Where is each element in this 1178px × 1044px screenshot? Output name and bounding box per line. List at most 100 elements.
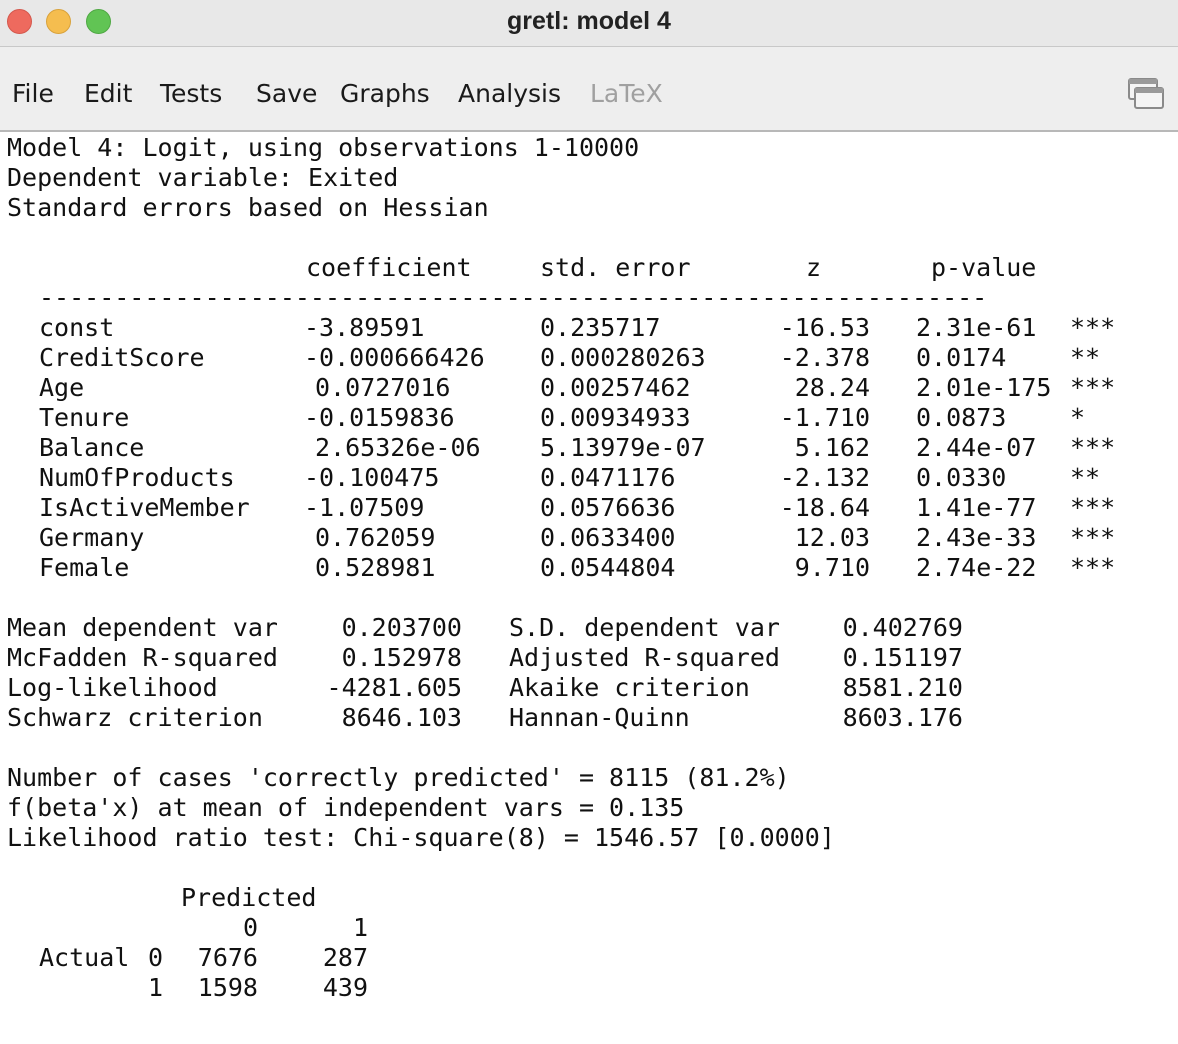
col-p-value: p-value: [931, 253, 1037, 282]
model-output-text[interactable]: Model 4: Logit, using observations 1-100…: [0, 132, 1178, 1044]
menu-analysis[interactable]: Analysis: [458, 79, 561, 108]
coef-value: -0.0159836: [304, 403, 455, 432]
z-value: 9.710: [794, 553, 870, 582]
stat-value: 0.152978: [341, 643, 462, 672]
coef-value: 0.528981: [315, 553, 436, 582]
menu-edit[interactable]: Edit: [84, 79, 132, 108]
actual-label: Actual: [39, 943, 130, 972]
coef-value: -1.07509: [304, 493, 425, 522]
se-value: 0.0544804: [540, 553, 676, 582]
stat-label: McFadden R-squared: [7, 643, 278, 672]
var-name: const: [39, 313, 115, 342]
stat-label: Hannan-Quinn: [509, 703, 690, 732]
p-value: 2.74e-22: [916, 553, 1037, 582]
var-name: Germany: [39, 523, 145, 552]
p-value: 1.41e-77: [916, 493, 1037, 522]
se-value: 0.00934933: [540, 403, 691, 432]
stat-value: 0.151197: [842, 643, 963, 672]
significance-stars: ***: [1070, 493, 1116, 522]
menu-save[interactable]: Save: [256, 79, 317, 108]
stat-label: S.D. dependent var: [509, 613, 780, 642]
p-value: 0.0873: [916, 403, 1007, 432]
stat-label: Schwarz criterion: [7, 703, 263, 732]
se-value: 0.000280263: [540, 343, 706, 372]
z-value: -2.132: [779, 463, 870, 492]
menu-graphs[interactable]: Graphs: [340, 79, 430, 108]
gretl-model-window: gretl: model 4 File Edit Tests Save Grap…: [0, 0, 1178, 1044]
stat-value: -4281.605: [326, 673, 462, 702]
coef-value: -0.100475: [304, 463, 440, 492]
var-name: NumOfProducts: [39, 463, 235, 492]
z-value: -1.710: [779, 403, 870, 432]
z-value: 12.03: [794, 523, 870, 552]
predicted-label: Predicted: [181, 883, 317, 912]
actual-row-1-label: 1: [148, 973, 164, 1002]
p-value: 2.31e-61: [916, 313, 1037, 342]
coef-value: 0.762059: [315, 523, 436, 552]
stat-label: Log-likelihood: [7, 673, 218, 702]
se-value: 5.13979e-07: [540, 433, 706, 462]
se-value: 0.00257462: [540, 373, 691, 402]
p-value: 2.43e-33: [916, 523, 1037, 552]
predicted-col-1: 1: [352, 913, 368, 942]
z-value: 28.24: [794, 373, 870, 402]
coef-value: 2.65326e-06: [315, 433, 481, 462]
confusion-cell-1-1: 439: [322, 973, 368, 1002]
z-value: 5.162: [794, 433, 870, 462]
stat-value: 8603.176: [842, 703, 963, 732]
var-name: CreditScore: [39, 343, 205, 372]
stat-label: Adjusted R-squared: [509, 643, 780, 672]
p-value: 2.01e-175: [916, 373, 1052, 402]
significance-stars: **: [1070, 343, 1101, 372]
var-name: Female: [39, 553, 130, 582]
significance-stars: **: [1070, 463, 1101, 492]
col-coefficient: coefficient: [306, 253, 472, 282]
confusion-cell-1-0: 1598: [197, 973, 258, 1002]
dependent-variable-line: Dependent variable: Exited: [7, 163, 399, 192]
significance-stars: ***: [1070, 553, 1116, 582]
title-bar: gretl: model 4: [0, 0, 1178, 47]
menu-tests[interactable]: Tests: [160, 79, 222, 108]
fbeta-line: f(beta'x) at mean of independent vars = …: [7, 793, 685, 822]
significance-stars: ***: [1070, 313, 1116, 342]
se-value: 0.0471176: [540, 463, 676, 492]
se-value: 0.0633400: [540, 523, 676, 552]
z-value: -16.53: [779, 313, 870, 342]
table-separator: ----------------------------------------…: [39, 283, 988, 312]
var-name: Age: [39, 373, 85, 402]
stat-value: 8581.210: [842, 673, 963, 702]
p-value: 0.0330: [916, 463, 1007, 492]
menu-bar: File Edit Tests Save Graphs Analysis LaT…: [0, 47, 1178, 132]
significance-stars: ***: [1070, 523, 1116, 552]
significance-stars: ***: [1070, 373, 1116, 402]
significance-stars: *: [1070, 403, 1086, 432]
col-std-error: std. error: [540, 253, 691, 282]
z-value: -2.378: [779, 343, 870, 372]
predicted-col-0: 0: [242, 913, 258, 942]
stat-value: 0.203700: [341, 613, 462, 642]
menu-file[interactable]: File: [12, 79, 54, 108]
coef-value: -0.000666426: [304, 343, 485, 372]
confusion-cell-0-0: 7676: [197, 943, 258, 972]
stat-value: 0.402769: [842, 613, 963, 642]
menu-latex: LaTeX: [590, 79, 663, 108]
coef-value: -3.89591: [304, 313, 425, 342]
likelihood-ratio-line: Likelihood ratio test: Chi-square(8) = 1…: [7, 823, 835, 852]
se-value: 0.0576636: [540, 493, 676, 522]
stat-label: Mean dependent var: [7, 613, 278, 642]
z-value: -18.64: [779, 493, 870, 522]
window-title: gretl: model 4: [507, 7, 671, 35]
p-value: 2.44e-07: [916, 433, 1037, 462]
coef-value: 0.0727016: [315, 373, 451, 402]
std-errors-line: Standard errors based on Hessian: [7, 193, 489, 222]
detach-window-icon[interactable]: [1128, 78, 1164, 110]
actual-row-0-label: 0: [148, 943, 164, 972]
var-name: IsActiveMember: [39, 493, 250, 522]
stat-label: Akaike criterion: [509, 673, 750, 702]
correctly-predicted-line: Number of cases 'correctly predicted' = …: [7, 763, 790, 792]
stat-value: 8646.103: [341, 703, 462, 732]
model-header-line: Model 4: Logit, using observations 1-100…: [7, 133, 640, 162]
var-name: Tenure: [39, 403, 130, 432]
confusion-cell-0-1: 287: [322, 943, 368, 972]
se-value: 0.235717: [540, 313, 661, 342]
